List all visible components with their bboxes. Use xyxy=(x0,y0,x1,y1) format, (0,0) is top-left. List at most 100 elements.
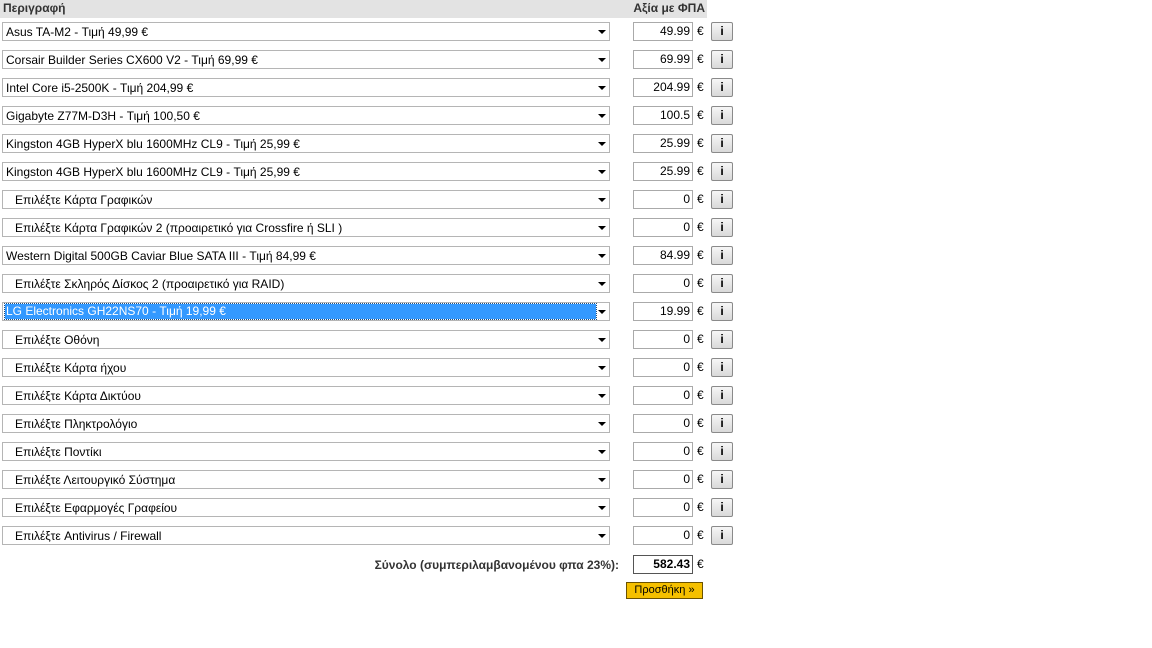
component-select[interactable]: Επιλέξτε Κάρτα ήχου xyxy=(2,358,610,377)
info-button[interactable]: i xyxy=(711,190,733,209)
dropdown-arrow-icon[interactable] xyxy=(598,86,606,90)
info-button[interactable]: i xyxy=(711,106,733,125)
price-field: 0 xyxy=(633,190,693,209)
dropdown-arrow-icon[interactable] xyxy=(598,58,606,62)
info-button[interactable]: i xyxy=(711,22,733,41)
dropdown-arrow-icon[interactable] xyxy=(598,338,606,342)
info-button[interactable]: i xyxy=(711,470,733,489)
euro-sign: € xyxy=(697,444,704,458)
price-field: 100.5 xyxy=(633,106,693,125)
info-button[interactable]: i xyxy=(711,330,733,349)
component-select[interactable]: Επιλέξτε Antivirus / Firewall xyxy=(2,526,610,545)
component-select-value: Επιλέξτε Οθόνη xyxy=(15,333,100,347)
component-select[interactable]: Asus TA-M2 - Τιμή 49,99 € xyxy=(2,22,610,41)
component-select[interactable]: Επιλέξτε Κάρτα Γραφικών 2 (προαιρετικό γ… xyxy=(2,218,610,237)
component-select[interactable]: LG Electronics GH22NS70 - Τιμή 19,99 € xyxy=(2,302,610,321)
component-select[interactable]: Επιλέξτε Οθόνη xyxy=(2,330,610,349)
component-row: Επιλέξτε Εφαρμογές Γραφείου 0 € i xyxy=(0,498,740,520)
add-button[interactable]: Προσθήκη » xyxy=(626,582,703,599)
info-button[interactable]: i xyxy=(711,358,733,377)
component-row: Asus TA-M2 - Τιμή 49,99 € 49.99 € i xyxy=(0,22,740,44)
dropdown-arrow-icon[interactable] xyxy=(598,254,606,258)
price-field: 84.99 xyxy=(633,246,693,265)
component-select-value: Επιλέξτε Λειτουργικό Σύστημα xyxy=(15,473,176,487)
dropdown-arrow-icon[interactable] xyxy=(598,142,606,146)
component-select[interactable]: Intel Core i5-2500K - Τιμή 204,99 € xyxy=(2,78,610,97)
price-field: 0 xyxy=(633,330,693,349)
price-field: 0 xyxy=(633,386,693,405)
euro-sign: € xyxy=(697,52,704,66)
component-select[interactable]: Corsair Builder Series CX600 V2 - Τιμή 6… xyxy=(2,50,610,69)
info-button[interactable]: i xyxy=(711,246,733,265)
euro-sign: € xyxy=(697,248,704,262)
dropdown-arrow-icon[interactable] xyxy=(598,450,606,454)
info-button[interactable]: i xyxy=(711,498,733,517)
info-button[interactable]: i xyxy=(711,50,733,69)
info-button[interactable]: i xyxy=(711,414,733,433)
dropdown-arrow-icon[interactable] xyxy=(598,282,606,286)
total-label: Σύνολο (συμπεριλαμβανομένου φπα 23%): xyxy=(374,558,619,572)
component-select-value: Επιλέξτε Ποντίκι xyxy=(15,445,102,459)
euro-sign: € xyxy=(697,136,704,150)
price-field: 69.99 xyxy=(633,50,693,69)
component-select[interactable]: Επιλέξτε Κάρτα Δικτύου xyxy=(2,386,610,405)
component-select-value: LG Electronics GH22NS70 - Τιμή 19,99 € xyxy=(4,303,597,320)
euro-sign: € xyxy=(697,388,704,402)
dropdown-arrow-icon[interactable] xyxy=(598,310,606,314)
euro-sign: € xyxy=(697,360,704,374)
dropdown-arrow-icon[interactable] xyxy=(598,394,606,398)
component-row: Επιλέξτε Κάρτα Γραφικών 2 (προαιρετικό γ… xyxy=(0,218,740,240)
component-select-value: Επιλέξτε Κάρτα Δικτύου xyxy=(15,389,141,403)
component-row: Gigabyte Z77M-D3H - Τιμή 100,50 € 100.5 € i xyxy=(0,106,740,128)
info-button[interactable]: i xyxy=(711,78,733,97)
info-button[interactable]: i xyxy=(711,134,733,153)
component-select[interactable]: Kingston 4GB HyperX blu 1600MHz CL9 - Τι… xyxy=(2,162,610,181)
dropdown-arrow-icon[interactable] xyxy=(598,30,606,34)
table-header: Περιγραφή Αξία με ΦΠΑ xyxy=(0,0,707,18)
component-select[interactable]: Επιλέξτε Λειτουργικό Σύστημα xyxy=(2,470,610,489)
price-column-header: Αξία με ΦΠΑ xyxy=(633,1,705,15)
price-field: 0 xyxy=(633,218,693,237)
info-button[interactable]: i xyxy=(711,386,733,405)
component-row: Επιλέξτε Λειτουργικό Σύστημα 0 € i xyxy=(0,470,740,492)
info-button[interactable]: i xyxy=(711,526,733,545)
component-select[interactable]: Gigabyte Z77M-D3H - Τιμή 100,50 € xyxy=(2,106,610,125)
component-select[interactable]: Επιλέξτε Εφαρμογές Γραφείου xyxy=(2,498,610,517)
price-field: 19.99 xyxy=(633,302,693,321)
price-field: 0 xyxy=(633,526,693,545)
dropdown-arrow-icon[interactable] xyxy=(598,170,606,174)
price-field: 0 xyxy=(633,498,693,517)
component-row: LG Electronics GH22NS70 - Τιμή 19,99 € 19… xyxy=(0,302,740,324)
euro-sign: € xyxy=(697,557,704,571)
info-button[interactable]: i xyxy=(711,274,733,293)
info-button[interactable]: i xyxy=(711,218,733,237)
euro-sign: € xyxy=(697,332,704,346)
dropdown-arrow-icon[interactable] xyxy=(598,478,606,482)
dropdown-arrow-icon[interactable] xyxy=(598,422,606,426)
component-select-value: Corsair Builder Series CX600 V2 - Τιμή 6… xyxy=(6,53,258,67)
component-select[interactable]: Επιλέξτε Κάρτα Γραφικών xyxy=(2,190,610,209)
dropdown-arrow-icon[interactable] xyxy=(598,366,606,370)
dropdown-arrow-icon[interactable] xyxy=(598,506,606,510)
component-select-value: Επιλέξτε Σκληρός Δίσκος 2 (προαιρετικό γ… xyxy=(15,277,285,291)
component-select[interactable]: Επιλέξτε Σκληρός Δίσκος 2 (προαιρετικό γ… xyxy=(2,274,610,293)
euro-sign: € xyxy=(697,472,704,486)
euro-sign: € xyxy=(697,108,704,122)
component-select[interactable]: Επιλέξτε Πληκτρολόγιο xyxy=(2,414,610,433)
dropdown-arrow-icon[interactable] xyxy=(598,534,606,538)
info-button[interactable]: i xyxy=(711,442,733,461)
dropdown-arrow-icon[interactable] xyxy=(598,198,606,202)
component-select[interactable]: Επιλέξτε Ποντίκι xyxy=(2,442,610,461)
total-row: Σύνολο (συμπεριλαμβανομένου φπα 23%): 58… xyxy=(0,555,740,577)
dropdown-arrow-icon[interactable] xyxy=(598,114,606,118)
price-field: 0 xyxy=(633,358,693,377)
info-button[interactable]: i xyxy=(711,302,733,321)
component-select[interactable]: Western Digital 500GB Caviar Blue SATA I… xyxy=(2,246,610,265)
component-select[interactable]: Kingston 4GB HyperX blu 1600MHz CL9 - Τι… xyxy=(2,134,610,153)
dropdown-arrow-icon[interactable] xyxy=(598,226,606,230)
component-row: Επιλέξτε Οθόνη 0 € i xyxy=(0,330,740,352)
component-select-value: Επιλέξτε Κάρτα ήχου xyxy=(15,361,127,375)
component-select-value: Επιλέξτε Εφαρμογές Γραφείου xyxy=(15,501,178,515)
info-button[interactable]: i xyxy=(711,162,733,181)
price-field: 0 xyxy=(633,442,693,461)
